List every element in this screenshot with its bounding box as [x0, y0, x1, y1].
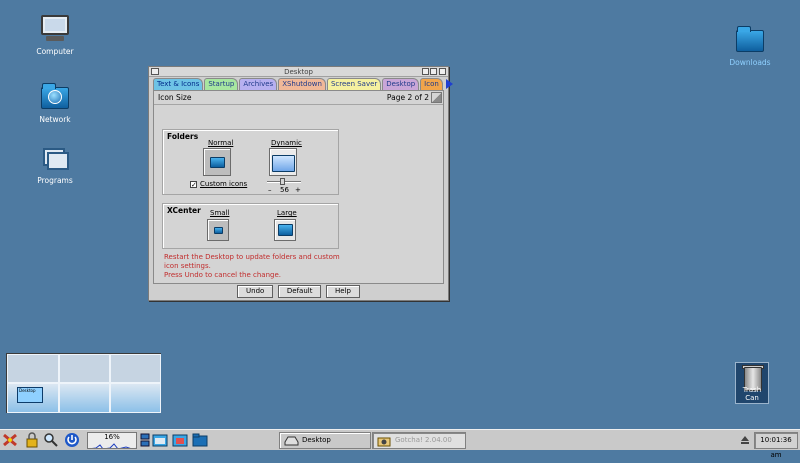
task-label: Gotcha! 2.04.00 [395, 436, 452, 444]
folders-group: Folders Normal Dynamic ✓ Custom icons – … [162, 129, 339, 195]
folder-icon [210, 157, 225, 168]
cpu-load-graph-icon [91, 443, 136, 448]
lock-icon[interactable] [24, 432, 40, 448]
page-title: Icon Size [158, 93, 192, 102]
large-label: Large [277, 209, 297, 217]
folder-window-icon[interactable] [152, 432, 168, 448]
programs-folder-icon [40, 144, 70, 172]
eject-icon[interactable] [740, 435, 750, 445]
tab-text-icons[interactable]: Text & Icons [153, 78, 204, 90]
restart-notice: Restart the Desktop to update folders an… [164, 253, 344, 280]
help-button[interactable]: Help [326, 285, 360, 298]
tab-xshutdown[interactable]: XShutdown [278, 78, 326, 90]
normal-folder-size-button[interactable] [203, 148, 231, 176]
xcenter-taskbar: 16% Desktop Gotcha! 2.04.00 10:01:36 am [0, 429, 800, 459]
task-button-desktop[interactable]: Desktop [279, 432, 371, 449]
slider-increase[interactable]: + [295, 186, 301, 194]
folder-icon [735, 26, 765, 54]
button-row: Undo Default Help [149, 285, 448, 299]
slider-value: 56 [280, 186, 289, 194]
window-title: Desktop [284, 68, 313, 76]
cpu-load-value: 16% [104, 433, 120, 441]
maximize-button[interactable] [430, 68, 437, 75]
restart-notice-line: Restart the Desktop to update folders an… [164, 253, 340, 270]
desktop-icon-downloads[interactable]: Downloads [720, 26, 780, 67]
tab-screen-saver[interactable]: Screen Saver [326, 78, 382, 90]
xcenter-menu-icon[interactable] [2, 432, 18, 448]
power-icon[interactable] [64, 432, 80, 448]
normal-label: Normal [208, 139, 234, 147]
pager-cell[interactable] [110, 354, 161, 383]
tab-archives[interactable]: Archives [239, 78, 278, 90]
desktop-icon-label: Downloads [729, 58, 771, 67]
small-label: Small [210, 209, 230, 217]
notebook-page: Icon Size Page 2 of 2 Folders Normal Dyn… [153, 90, 444, 284]
small-xcenter-size-button[interactable] [207, 219, 229, 241]
xcenter-group-title: XCenter [167, 206, 201, 215]
default-button[interactable]: Default [277, 285, 322, 298]
pager-cell[interactable] [59, 383, 110, 413]
desktop-icon-label: Programs [37, 176, 73, 185]
pager-window-desktop[interactable]: Desktop [17, 387, 43, 403]
dynamic-folder-size-button[interactable] [269, 148, 297, 176]
desktop-icon-network[interactable]: Network [25, 83, 85, 124]
desktop-icon-label: Computer [36, 47, 74, 56]
custom-icons-checkbox[interactable]: ✓ [190, 181, 197, 189]
tab-scroll-right-icon[interactable] [445, 79, 453, 89]
window-titlebar[interactable]: Desktop [149, 67, 448, 77]
undo-button[interactable]: Undo [237, 285, 274, 298]
clock[interactable]: 10:01:36 am [754, 432, 798, 459]
search-icon[interactable] [43, 432, 59, 448]
tab-startup[interactable]: Startup [204, 78, 239, 90]
desktop-properties-window: Desktop Text & Icons Startup Archives XS… [148, 66, 453, 301]
desktop-icon-label: Network [39, 115, 71, 124]
pager-cell[interactable] [59, 354, 110, 383]
pager-cell[interactable] [7, 354, 59, 383]
folder-icon [214, 227, 223, 234]
folder-icon [272, 155, 295, 172]
page-turn-icon[interactable] [431, 92, 442, 103]
folder-icon [278, 224, 293, 236]
desktop-icon-label: Trash Can [742, 386, 762, 402]
dynamic-label: Dynamic [271, 139, 302, 147]
tab-desktop[interactable]: Desktop [382, 78, 420, 90]
cpu-load-monitor: 16% [87, 432, 137, 449]
folders-group-title: Folders [167, 132, 199, 141]
task-label: Desktop [302, 436, 331, 444]
undo-notice-line: Press Undo to cancel the change. [164, 271, 282, 279]
slider-thumb[interactable] [280, 178, 285, 185]
notebook-tabs: Text & Icons Startup Archives XShutdown … [153, 78, 453, 90]
desktop-icon-computer[interactable]: Computer [25, 15, 85, 56]
custom-icons-label: Custom icons [200, 180, 248, 188]
system-menu-icon[interactable] [151, 68, 159, 75]
page-header: Icon Size Page 2 of 2 [154, 91, 443, 105]
close-button[interactable] [439, 68, 446, 75]
network-folder-icon [40, 83, 70, 111]
minimize-button[interactable] [422, 68, 429, 75]
tab-icon[interactable]: Icon [420, 78, 443, 90]
drives-icon[interactable] [140, 432, 150, 448]
desktop-drive-icon [284, 436, 299, 446]
pager-cell[interactable] [110, 383, 161, 413]
computer-icon [40, 15, 70, 43]
large-xcenter-size-button[interactable] [274, 219, 296, 241]
xcenter-group: XCenter Small Large [162, 203, 339, 249]
red-folder-window-icon[interactable] [172, 432, 188, 448]
page-indicator: Page 2 of 2 [386, 93, 429, 102]
desktop-icon-programs[interactable]: Programs [25, 144, 85, 185]
task-button-gotcha[interactable]: Gotcha! 2.04.00 [372, 432, 466, 449]
gotcha-camera-icon [377, 437, 391, 447]
blue-folder-icon[interactable] [192, 432, 208, 448]
slider-decrease[interactable]: – [268, 186, 272, 194]
virtual-desktop-pager[interactable]: Desktop [6, 353, 161, 413]
desktop-icon-trash[interactable]: Trash Can [735, 362, 769, 404]
